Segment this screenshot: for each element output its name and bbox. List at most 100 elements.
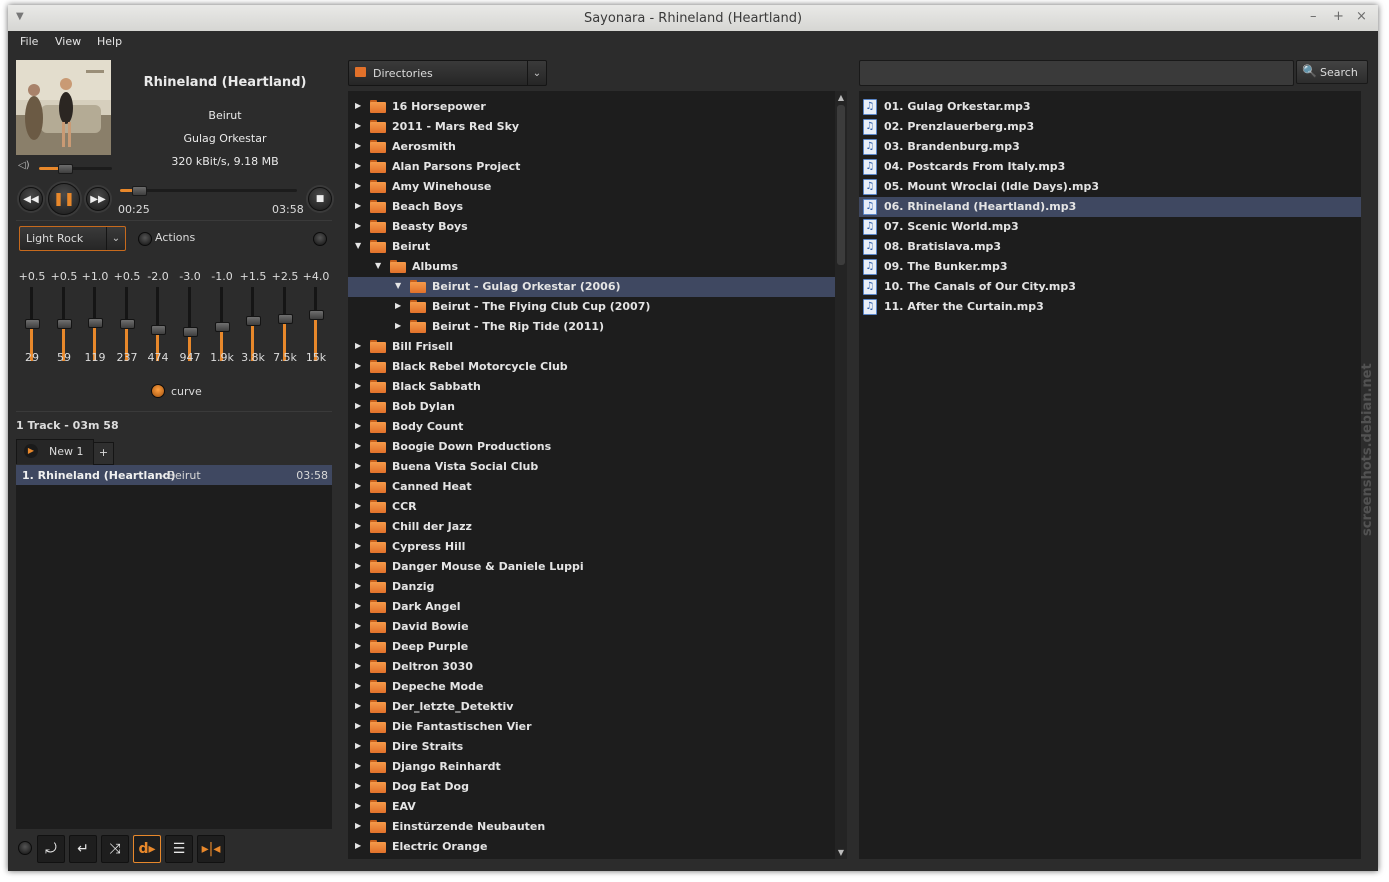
tree-item[interactable]: ▶ Beirut - The Rip Tide (2011) <box>348 317 835 337</box>
menu-help[interactable]: Help <box>97 35 122 48</box>
tree-item[interactable]: ▶ Amy Winehouse <box>348 177 835 197</box>
eq-band[interactable]: +4.0 15k <box>303 270 330 370</box>
tree-item[interactable]: ▶ Buena Vista Social Club <box>348 457 835 477</box>
file-row[interactable]: ♫ 04. Postcards From Italy.mp3 <box>859 157 1361 177</box>
tree-item[interactable]: ▶ Depeche Mode <box>348 677 835 697</box>
tree-item[interactable]: ▶ Dark Angel <box>348 597 835 617</box>
collapsed-arrow-icon[interactable]: ▶ <box>355 401 361 410</box>
collapsed-arrow-icon[interactable]: ▶ <box>355 201 361 210</box>
eq-band[interactable]: +1.5 3.8k <box>240 270 267 370</box>
file-row[interactable]: ♫ 08. Bratislava.mp3 <box>859 237 1361 257</box>
collapsed-arrow-icon[interactable]: ▶ <box>355 821 361 830</box>
collapsed-arrow-icon[interactable]: ▶ <box>355 681 361 690</box>
eq-band-handle[interactable] <box>309 310 324 321</box>
eq-band[interactable]: +0.5 59 <box>51 270 78 370</box>
collapsed-arrow-icon[interactable]: ▶ <box>355 221 361 230</box>
eq-band-handle[interactable] <box>57 319 72 330</box>
curve-label[interactable]: curve <box>171 385 202 398</box>
tree-item[interactable]: ▶ Beach Boys <box>348 197 835 217</box>
collapsed-arrow-icon[interactable]: ▶ <box>355 561 361 570</box>
tree-item[interactable]: ▶ Bob Dylan <box>348 397 835 417</box>
scroll-down-icon[interactable]: ▼ <box>835 848 847 857</box>
minimize-button[interactable]: – <box>1310 9 1317 24</box>
tree-item[interactable]: ▶ Bill Frisell <box>348 337 835 357</box>
eq-band[interactable]: -3.0 947 <box>179 270 200 370</box>
file-row[interactable]: ♫ 06. Rhineland (Heartland).mp3 <box>859 197 1361 217</box>
expanded-arrow-icon[interactable]: ▼ <box>375 261 381 270</box>
progress-handle[interactable] <box>131 186 147 196</box>
volume-slider-handle[interactable] <box>57 164 73 174</box>
collapsed-arrow-icon[interactable]: ▶ <box>355 581 361 590</box>
expanded-arrow-icon[interactable]: ▼ <box>355 241 361 250</box>
gapless-button[interactable]: ▸|◂ <box>197 835 225 863</box>
tree-item[interactable]: ▶ Deltron 3030 <box>348 657 835 677</box>
tree-item[interactable]: ▶ Dog Eat Dog <box>348 777 835 797</box>
maximize-button[interactable]: + <box>1333 9 1344 24</box>
add-tab-button[interactable]: + <box>93 442 114 465</box>
tree-item[interactable]: ▶ Django Reinhardt <box>348 757 835 777</box>
tree-item[interactable]: ▶ Dire Straits <box>348 737 835 757</box>
library-view-combo[interactable]: Directories ⌄ <box>348 60 547 86</box>
file-row[interactable]: ♫ 10. The Canals of Our City.mp3 <box>859 277 1361 297</box>
tree-item[interactable]: ▶ Danger Mouse & Daniele Luppi <box>348 557 835 577</box>
tree-item[interactable]: ▶ Deep Purple <box>348 637 835 657</box>
eq-band-handle[interactable] <box>120 319 135 330</box>
tree-item[interactable]: ▶ Aerosmith <box>348 137 835 157</box>
tab-new-1[interactable]: ▶ New 1 <box>16 439 94 464</box>
repeat-one-button[interactable]: ⤾ <box>37 835 65 863</box>
collapsed-arrow-icon[interactable]: ▶ <box>355 101 361 110</box>
collapsed-arrow-icon[interactable]: ▶ <box>355 741 361 750</box>
file-row[interactable]: ♫ 01. Gulag Orkestar.mp3 <box>859 97 1361 117</box>
collapsed-arrow-icon[interactable]: ▶ <box>395 301 401 310</box>
collapsed-arrow-icon[interactable]: ▶ <box>355 481 361 490</box>
collapsed-arrow-icon[interactable]: ▶ <box>355 121 361 130</box>
eq-band-handle[interactable] <box>88 317 103 328</box>
eq-band[interactable]: +0.5 237 <box>114 270 141 370</box>
tree-item[interactable]: ▼ Albums <box>348 257 835 277</box>
collapsed-arrow-icon[interactable]: ▶ <box>355 421 361 430</box>
tree-item[interactable]: ▶ Body Count <box>348 417 835 437</box>
directory-tree[interactable]: ▶ 16 Horsepower ▶ 2011 - Mars Red Sky ▶ Aeros… <box>348 91 835 859</box>
tree-item[interactable]: ▶ EAV <box>348 797 835 817</box>
eq-band-handle[interactable] <box>246 316 261 327</box>
tree-item[interactable]: ▶Element Of Crime <box>348 857 835 859</box>
eq-preset-combo[interactable]: Light Rock ⌄ <box>19 226 126 251</box>
stop-button[interactable]: ■ <box>308 187 332 211</box>
file-row[interactable]: ♫ 03. Brandenburg.mp3 <box>859 137 1361 157</box>
tree-item[interactable]: ▶ Electric Orange <box>348 837 835 857</box>
eq-band-handle[interactable] <box>183 327 198 338</box>
eq-band-handle[interactable] <box>215 322 230 333</box>
tree-scrollbar[interactable]: ▲ ▼ <box>835 91 847 859</box>
collapsed-arrow-icon[interactable]: ▶ <box>355 461 361 470</box>
collapsed-arrow-icon[interactable]: ▶ <box>355 141 361 150</box>
tree-item[interactable]: ▶ 16 Horsepower <box>348 97 835 117</box>
album-cover[interactable] <box>16 60 111 155</box>
file-row[interactable]: ♫ 07. Scenic World.mp3 <box>859 217 1361 237</box>
collapsed-arrow-icon[interactable]: ▶ <box>355 161 361 170</box>
collapsed-arrow-icon[interactable]: ▶ <box>355 541 361 550</box>
expanded-arrow-icon[interactable]: ▼ <box>395 281 401 290</box>
file-list[interactable]: ♫ 01. Gulag Orkestar.mp3 ♫ 02. Prenzlauerbe… <box>859 91 1361 859</box>
actions-label[interactable]: Actions <box>155 231 195 244</box>
close-button[interactable]: × <box>1356 9 1367 24</box>
search-input[interactable] <box>859 60 1294 86</box>
tree-item[interactable]: ▶ Der_letzte_Detektiv <box>348 697 835 717</box>
tree-item[interactable]: ▶ 2011 - Mars Red Sky <box>348 117 835 137</box>
volume-icon[interactable]: ◁) <box>18 160 30 171</box>
playlist-row[interactable]: 1. Rhineland (Heartland) - Beirut 03:58 <box>16 465 332 485</box>
eq-toggle-led[interactable] <box>313 232 327 246</box>
file-row[interactable]: ♫ 05. Mount Wroclai (Idle Days).mp3 <box>859 177 1361 197</box>
eq-band-handle[interactable] <box>25 319 40 330</box>
tree-item[interactable]: ▶ Beirut - The Flying Club Cup (2007) <box>348 297 835 317</box>
collapsed-arrow-icon[interactable]: ▶ <box>355 381 361 390</box>
tree-item[interactable]: ▶ Chill der Jazz <box>348 517 835 537</box>
eq-band[interactable]: -2.0 474 <box>147 270 168 370</box>
playlist-view[interactable]: 1. Rhineland (Heartland) - Beirut 03:58 <box>16 465 332 829</box>
menu-file[interactable]: File <box>20 35 38 48</box>
collapsed-arrow-icon[interactable]: ▶ <box>355 181 361 190</box>
collapsed-arrow-icon[interactable]: ▶ <box>355 761 361 770</box>
tree-item[interactable]: ▼ Beirut - Gulag Orkestar (2006) <box>348 277 835 297</box>
collapsed-arrow-icon[interactable]: ▶ <box>355 341 361 350</box>
tree-item[interactable]: ▶ David Bowie <box>348 617 835 637</box>
next-button[interactable]: ▶▶ <box>86 187 110 211</box>
